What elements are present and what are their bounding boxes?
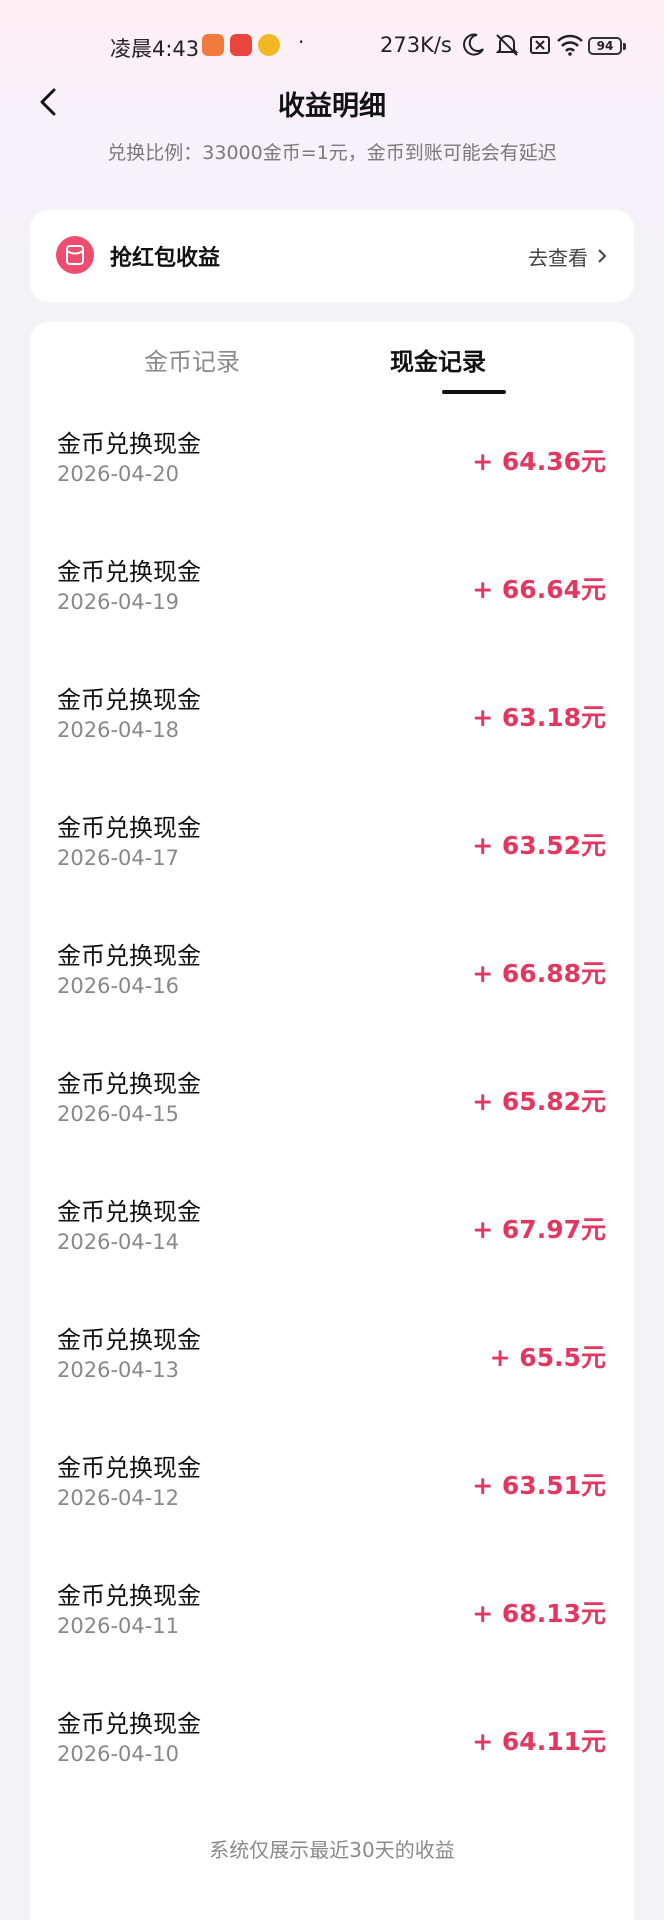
record-title: 金币兑换现金 (57, 686, 201, 714)
mute-bell-icon (495, 34, 519, 56)
list-item[interactable]: 金币兑换现金 2026-04-18 + 63.18元 (30, 680, 634, 808)
status-bar: 凌晨4:43 · 273K/s 94 (0, 28, 664, 64)
record-amount: + 65.5元 (489, 1343, 606, 1372)
record-amount: + 66.64元 (472, 575, 606, 604)
record-date: 2026-04-15 (57, 1102, 180, 1126)
record-title: 金币兑换现金 (57, 1198, 201, 1226)
record-amount: + 66.88元 (472, 959, 606, 988)
list-item[interactable]: 金币兑换现金 2026-04-16 + 66.88元 (30, 936, 634, 1064)
record-title: 金币兑换现金 (57, 1582, 201, 1610)
tab-cash-records[interactable]: 现金记录 (338, 342, 538, 377)
list-item[interactable]: 金币兑换现金 2026-04-20 + 64.36元 (30, 424, 634, 552)
record-title: 金币兑换现金 (57, 942, 201, 970)
moon-icon (463, 33, 484, 56)
record-amount: + 63.51元 (472, 1471, 606, 1500)
view-link-label: 去查看 (528, 246, 588, 270)
page: 凌晨4:43 · 273K/s 94 收益明细 兑换比例：33000金币=1元，… (0, 0, 664, 1920)
record-date: 2026-04-17 (57, 846, 180, 870)
record-date: 2026-04-10 (57, 1742, 180, 1766)
chevron-right-icon (596, 246, 608, 270)
status-time: 凌晨4:43 (110, 37, 200, 61)
wifi-icon (557, 34, 583, 56)
red-packet-label: 抢红包收益 (110, 246, 221, 271)
list-item[interactable]: 金币兑换现金 2026-04-17 + 63.52元 (30, 808, 634, 936)
record-amount: + 67.97元 (472, 1215, 606, 1244)
record-title: 金币兑换现金 (57, 430, 201, 458)
record-title: 金币兑换现金 (57, 1710, 201, 1738)
record-title: 金币兑换现金 (57, 1326, 201, 1354)
record-title: 金币兑换现金 (57, 1070, 201, 1098)
record-date: 2026-04-20 (57, 462, 180, 486)
red-packet-icon (56, 236, 94, 274)
exchange-rate-note: 兑换比例：33000金币=1元，金币到账可能会有延迟 (107, 142, 557, 164)
view-red-packet-link[interactable]: 去查看 (528, 242, 608, 271)
list-item[interactable]: 金币兑换现金 2026-04-14 + 67.97元 (30, 1192, 634, 1320)
page-title: 收益明细 (278, 91, 386, 122)
network-speed: 273K/s (380, 33, 452, 57)
status-dot: · (298, 30, 305, 54)
app-notification-icon (202, 34, 224, 56)
record-date: 2026-04-13 (57, 1358, 180, 1382)
record-amount: + 63.18元 (472, 703, 606, 732)
record-amount: + 65.82元 (472, 1087, 606, 1116)
record-date: 2026-04-11 (57, 1614, 180, 1638)
list-item[interactable]: 金币兑换现金 2026-04-19 + 66.64元 (30, 552, 634, 680)
record-date: 2026-04-16 (57, 974, 180, 998)
list-item[interactable]: 金币兑换现金 2026-04-13 + 65.5元 (30, 1320, 634, 1448)
footer-note: 系统仅展示最近30天的收益 (209, 1838, 455, 1862)
record-date: 2026-04-12 (57, 1486, 180, 1510)
record-title: 金币兑换现金 (57, 1454, 201, 1482)
list-item[interactable]: 金币兑换现金 2026-04-12 + 63.51元 (30, 1448, 634, 1576)
battery-icon: 94 (588, 37, 626, 55)
record-title: 金币兑换现金 (57, 558, 201, 586)
red-packet-card[interactable]: 抢红包收益 去查看 (30, 210, 634, 302)
record-amount: + 64.11元 (472, 1727, 606, 1756)
active-tab-indicator (442, 390, 506, 394)
app-notification-icon (230, 34, 252, 56)
record-date: 2026-04-18 (57, 718, 180, 742)
record-date: 2026-04-14 (57, 1230, 180, 1254)
list-item[interactable]: 金币兑换现金 2026-04-11 + 68.13元 (30, 1576, 634, 1704)
list-item[interactable]: 金币兑换现金 2026-04-10 + 64.11元 (30, 1704, 634, 1832)
app-notification-icon (258, 34, 280, 56)
no-sim-icon (530, 36, 550, 54)
record-date: 2026-04-19 (57, 590, 180, 614)
record-amount: + 64.36元 (472, 447, 606, 476)
tab-coin-records[interactable]: 金币记录 (92, 342, 292, 377)
record-title: 金币兑换现金 (57, 814, 201, 842)
list-item[interactable]: 金币兑换现金 2026-04-15 + 65.82元 (30, 1064, 634, 1192)
record-amount: + 63.52元 (472, 831, 606, 860)
record-amount: + 68.13元 (472, 1599, 606, 1628)
